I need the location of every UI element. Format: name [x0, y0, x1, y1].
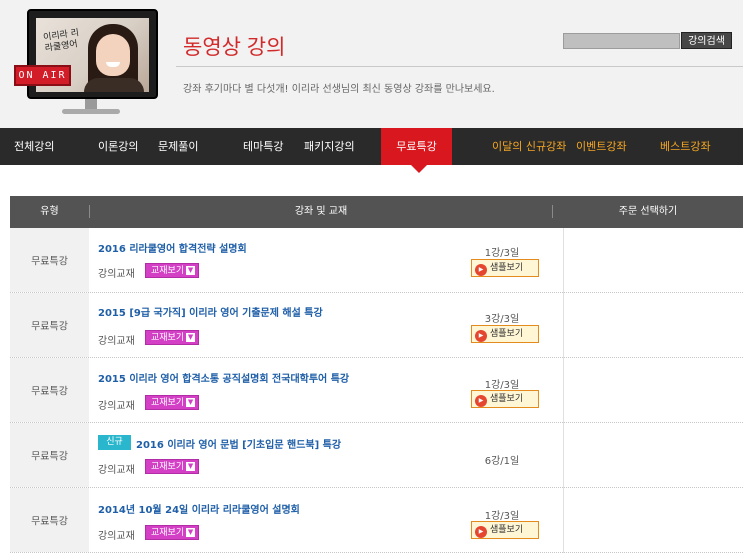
page-title: 동영상 강의 [183, 36, 286, 59]
chevron-down-icon: ▼ [186, 266, 196, 275]
play-icon: ▶ [475, 264, 487, 276]
course-title-link[interactable]: 2014년 10월 24일 이리라 리라쿨영어 설명회 [98, 501, 300, 516]
header-type: 유형 [40, 206, 59, 217]
type-cell: 무료특강 [10, 358, 89, 422]
course-period: 6강/1일 [484, 456, 520, 467]
book-view-button[interactable]: 교재보기 ▼ [145, 395, 199, 410]
book-label: 강의교재 [98, 269, 135, 280]
book-view-button[interactable]: 교재보기 ▼ [145, 525, 199, 540]
course-period: 1강/3일 [484, 380, 520, 391]
nav-item-new-this-month[interactable]: 이달의 신규강좌 [492, 128, 566, 165]
book-label: 강의교재 [98, 465, 135, 476]
course-title-link[interactable]: 2016 이리라 영어 문법 [기초입문 핸드북] 특강 [136, 436, 341, 451]
active-nav-pointer [411, 165, 427, 173]
table-row: 무료특강 신규 2016 이리라 영어 문법 [기초입문 핸드북] 특강 강의교… [10, 423, 743, 488]
new-badge: 신규 [98, 435, 131, 450]
table-row: 무료특강 2015 이리라 영어 합격소통 공직설명회 전국대학투어 특강 강의… [10, 358, 743, 423]
table-row: 무료특강 2014년 10월 24일 이리라 리라쿨영어 설명회 강의교재 교재… [10, 488, 743, 553]
sample-view-button[interactable]: ▶ 샘플보기 [471, 325, 539, 343]
play-icon: ▶ [475, 526, 487, 538]
type-cell: 무료특강 [10, 228, 89, 292]
sample-view-button[interactable]: ▶ 샘플보기 [471, 521, 539, 539]
nav-item-theme[interactable]: 테마특강 [243, 128, 283, 165]
onair-sign: ON AIR [14, 65, 71, 86]
course-title-link[interactable]: 2016 리라쿨영어 합격전략 설명회 [98, 240, 247, 255]
title-divider [176, 66, 743, 67]
course-period: 1강/3일 [484, 511, 520, 522]
nav-item-all[interactable]: 전체강의 [14, 128, 54, 165]
play-icon: ▶ [475, 395, 487, 407]
type-cell: 무료특강 [10, 293, 89, 357]
chevron-down-icon: ▼ [186, 528, 196, 537]
course-title-link[interactable]: 2015 이리라 영어 합격소통 공직설명회 전국대학투어 특강 [98, 370, 349, 385]
course-period: 1강/3일 [484, 248, 520, 259]
search-input[interactable] [563, 33, 680, 49]
book-label: 강의교재 [98, 336, 135, 347]
header: 이리라 리라쿨영어 ON AIR 동영상 강의 강좌 후기마다 별 다섯개! 이… [0, 0, 743, 128]
book-label: 강의교재 [98, 531, 135, 542]
play-icon: ▶ [475, 330, 487, 342]
monitor-handwriting: 이리라 리라쿨영어 [42, 28, 80, 54]
nav-item-problems[interactable]: 문제풀이 [158, 128, 198, 165]
nav-item-free-special[interactable]: 무료특강 [381, 128, 452, 165]
type-cell: 무료특강 [10, 488, 89, 552]
book-view-button[interactable]: 교재보기 ▼ [145, 459, 199, 474]
book-view-button[interactable]: 교재보기 ▼ [145, 263, 199, 278]
sample-view-button[interactable]: ▶ 샘플보기 [471, 259, 539, 277]
monitor-base [62, 109, 120, 114]
table-header: 유형 강좌 및 교재 주문 선택하기 [10, 196, 743, 228]
nav-item-package[interactable]: 패키지강의 [304, 128, 355, 165]
chevron-down-icon: ▼ [186, 398, 196, 407]
course-period: 3강/3일 [484, 314, 520, 325]
nav-item-event[interactable]: 이벤트강좌 [576, 128, 627, 165]
table-row: 무료특강 2015 [9급 국가직] 이리라 영어 기출문제 해설 특강 강의교… [10, 293, 743, 358]
monitor-stand [85, 99, 97, 109]
category-nav: 전체강의 이론강의 문제풀이 테마특강 패키지강의 무료특강 이달의 신규강좌 … [0, 128, 743, 165]
header-order: 주문 선택하기 [618, 206, 678, 217]
book-view-button[interactable]: 교재보기 ▼ [145, 330, 199, 345]
header-course: 강좌 및 교재 [294, 206, 348, 217]
chevron-down-icon: ▼ [186, 333, 196, 342]
table-row: 무료특강 2016 리라쿨영어 합격전략 설명회 강의교재 교재보기 ▼ 1강/3… [10, 228, 743, 293]
book-label: 강의교재 [98, 401, 135, 412]
nav-item-best[interactable]: 베스트강좌 [660, 128, 711, 165]
type-cell: 무료특강 [10, 423, 89, 487]
nav-item-theory[interactable]: 이론강의 [98, 128, 138, 165]
page-subtitle: 강좌 후기마다 별 다섯개! 이리라 선생님의 최신 동영상 강좌를 만나보세요… [183, 84, 495, 95]
sample-view-button[interactable]: ▶ 샘플보기 [471, 390, 539, 408]
search-button[interactable]: 강의검색 [681, 32, 732, 49]
course-title-link[interactable]: 2015 [9급 국가직] 이리라 영어 기출문제 해설 특강 [98, 304, 323, 319]
chevron-down-icon: ▼ [186, 462, 196, 471]
